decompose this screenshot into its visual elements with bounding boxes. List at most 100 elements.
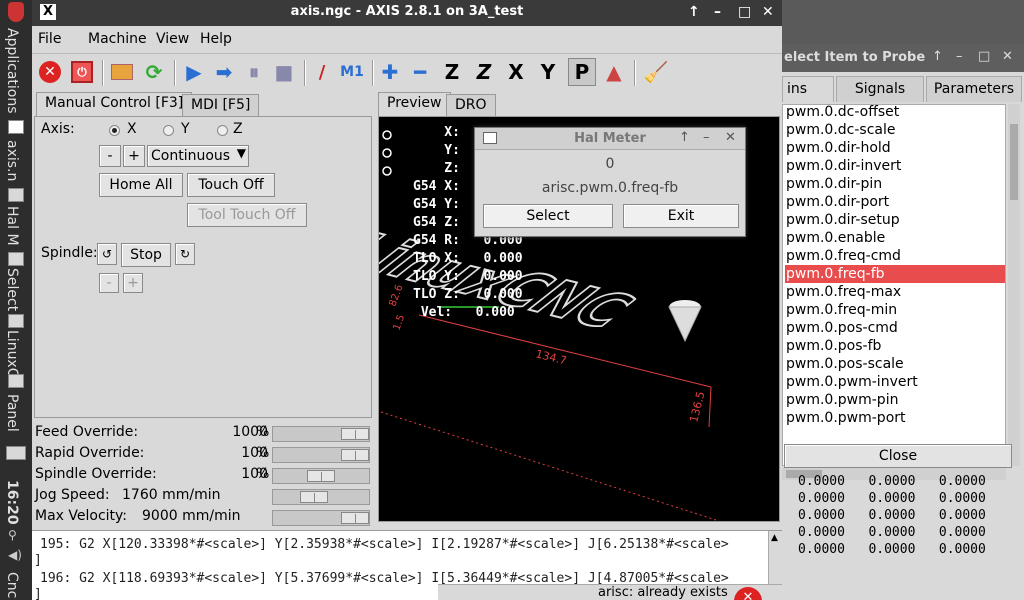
tab-dro[interactable]: DRO (446, 94, 496, 116)
jog-minus-button[interactable]: - (99, 145, 121, 167)
taskbar-item-select[interactable]: Select (4, 268, 20, 311)
menu-view[interactable]: View (156, 31, 189, 47)
halmeter-titlebar[interactable]: Hal Meter ↑ – ✕ (475, 128, 745, 150)
tab-mdi[interactable]: MDI [F5] (182, 94, 260, 116)
close-icon[interactable]: ✕ (762, 4, 774, 20)
keep-above-icon[interactable]: ↑ (932, 49, 943, 64)
override-slider[interactable] (272, 468, 370, 484)
volume-icon[interactable]: ◀) (8, 548, 22, 562)
taskbar-item-panel[interactable]: Panel (4, 394, 20, 432)
spindle-slower-button[interactable]: - (99, 273, 119, 293)
pin-list-item[interactable]: pwm.0.dir-invert (785, 157, 1005, 175)
gcode-line[interactable]: ] (34, 553, 42, 568)
slider-thumb[interactable] (341, 512, 369, 524)
optional-stop-button[interactable]: M1 (338, 58, 366, 86)
taskbar-item-linuxcnc[interactable]: LinuxC (4, 330, 20, 378)
keep-above-icon[interactable]: ↑ (679, 130, 690, 145)
spindle-stop-button[interactable]: Stop (121, 243, 171, 267)
reload-button[interactable]: ⟳ (140, 58, 168, 86)
run-button[interactable]: ▶ (180, 58, 208, 86)
close-icon[interactable]: ✕ (725, 130, 736, 145)
spindle-ccw-button[interactable]: ↺ (97, 243, 117, 265)
minimize-icon[interactable]: – (714, 4, 721, 20)
touch-off-button[interactable]: Touch Off (187, 173, 275, 197)
halmeter-exit-button[interactable]: Exit (623, 204, 739, 228)
spindle-faster-button[interactable]: + (123, 273, 143, 293)
spindle-cw-button[interactable]: ↻ (175, 243, 195, 265)
slider-thumb[interactable] (341, 428, 369, 440)
axis-x-radio[interactable] (109, 125, 120, 136)
tool-touch-off-button[interactable]: Tool Touch Off (187, 203, 307, 227)
taskbar-item-cnc[interactable]: Cnc (4, 572, 20, 598)
pin-list-item[interactable]: pwm.0.freq-min (785, 301, 1005, 319)
zoom-in-button[interactable]: ✚ (376, 58, 404, 86)
pin-list-scrollbar[interactable] (1008, 104, 1020, 466)
block-delete-button[interactable]: / (308, 58, 336, 86)
pin-list-item[interactable]: pwm.0.pos-fb (785, 337, 1005, 355)
axis-z-radio[interactable] (217, 125, 228, 136)
view-y-button[interactable]: Y (534, 58, 562, 86)
slider-thumb[interactable] (300, 491, 328, 503)
menu-help[interactable]: Help (200, 31, 232, 47)
override-slider[interactable] (272, 447, 370, 463)
pin-list-item[interactable]: pwm.0.pos-scale (785, 355, 1005, 373)
gcode-line[interactable]: 195: G2 X[120.33398*#<scale>] Y[2.35938*… (40, 537, 729, 552)
pin-list-item[interactable]: pwm.0.dir-pin (785, 175, 1005, 193)
step-button[interactable]: ➡ (210, 58, 238, 86)
keep-above-icon[interactable]: ↑ (688, 4, 700, 20)
view-x-button[interactable]: X (502, 58, 530, 86)
scrollbar-thumb[interactable] (1010, 124, 1018, 200)
pin-list-item[interactable]: pwm.0.dir-hold (785, 139, 1005, 157)
pin-list-item[interactable]: pwm.0.pwm-invert (785, 373, 1005, 391)
estop-button[interactable]: ✕ (36, 58, 64, 86)
maximize-icon[interactable]: □ (738, 4, 751, 20)
slider-thumb[interactable] (307, 470, 335, 482)
tab-signals[interactable]: Signals (836, 76, 924, 102)
error-icon[interactable]: ✕ (734, 587, 762, 600)
pin-list-item[interactable]: pwm.0.freq-fb (785, 265, 1005, 283)
pause-button[interactable]: ⏸ (240, 58, 268, 86)
override-slider[interactable] (272, 510, 370, 526)
pin-list-item[interactable]: pwm.0.pos-cmd (785, 319, 1005, 337)
pin-list-item[interactable]: pwm.0.dir-setup (785, 211, 1005, 229)
view-z2-button[interactable]: Z (470, 58, 498, 86)
probe-close-button[interactable]: Close (784, 444, 1012, 468)
pin-list-item[interactable]: pwm.0.dc-offset (785, 105, 1005, 121)
gcode-line[interactable]: ] (34, 587, 42, 600)
close-icon[interactable]: ✕ (1002, 49, 1013, 64)
power-button[interactable]: ⏻ (68, 58, 96, 86)
rotate-view-button[interactable]: ▲ (600, 58, 628, 86)
tab-parameters[interactable]: Parameters (926, 76, 1022, 102)
minimize-icon[interactable]: – (703, 130, 710, 145)
pin-list-item[interactable]: pwm.0.freq-max (785, 283, 1005, 301)
override-slider[interactable] (272, 489, 370, 505)
jog-mode-select[interactable]: Continuous ▼ (147, 145, 249, 167)
axis-y-radio[interactable] (163, 125, 174, 136)
taskbar-item-halmeter[interactable]: Hal M (4, 206, 20, 246)
clear-plot-button[interactable]: 🧹 (642, 58, 670, 86)
axis-titlebar[interactable]: X axis.ngc - AXIS 2.8.1 on 3A_test ↑ – □… (32, 0, 782, 26)
pin-list-item[interactable]: pwm.0.pwm-pin (785, 391, 1005, 409)
pin-list-item[interactable]: pwm.0.enable (785, 229, 1005, 247)
taskbar-item-axis[interactable]: axis.n (4, 140, 20, 181)
maximize-icon[interactable]: □ (978, 49, 990, 64)
tab-pins[interactable]: ins (782, 76, 834, 102)
scroll-up-icon[interactable]: ▲ (771, 533, 778, 543)
stop-program-button[interactable]: ■ (270, 58, 298, 86)
jog-plus-button[interactable]: + (123, 145, 145, 167)
slider-thumb[interactable] (341, 449, 369, 461)
zoom-out-button[interactable]: ━ (406, 58, 434, 86)
probe-titlebar[interactable]: elect Item to Probe ↑ – □ ✕ (782, 44, 1024, 72)
tab-preview[interactable]: Preview (378, 92, 451, 116)
view-p-button[interactable]: P (568, 58, 596, 86)
override-slider[interactable] (272, 426, 370, 442)
menu-file[interactable]: File (38, 31, 61, 47)
home-all-button[interactable]: Home All (99, 173, 183, 197)
taskbar-applications[interactable]: Applications (4, 28, 20, 114)
menu-machine[interactable]: Machine (88, 31, 147, 47)
pin-list-item[interactable]: pwm.0.dc-scale (785, 121, 1005, 139)
tab-manual-control[interactable]: Manual Control [F3] (36, 92, 193, 116)
halmeter-select-button[interactable]: Select (483, 204, 613, 228)
open-button[interactable] (108, 58, 136, 86)
pin-list-item[interactable]: pwm.0.pwm-port (785, 409, 1005, 427)
